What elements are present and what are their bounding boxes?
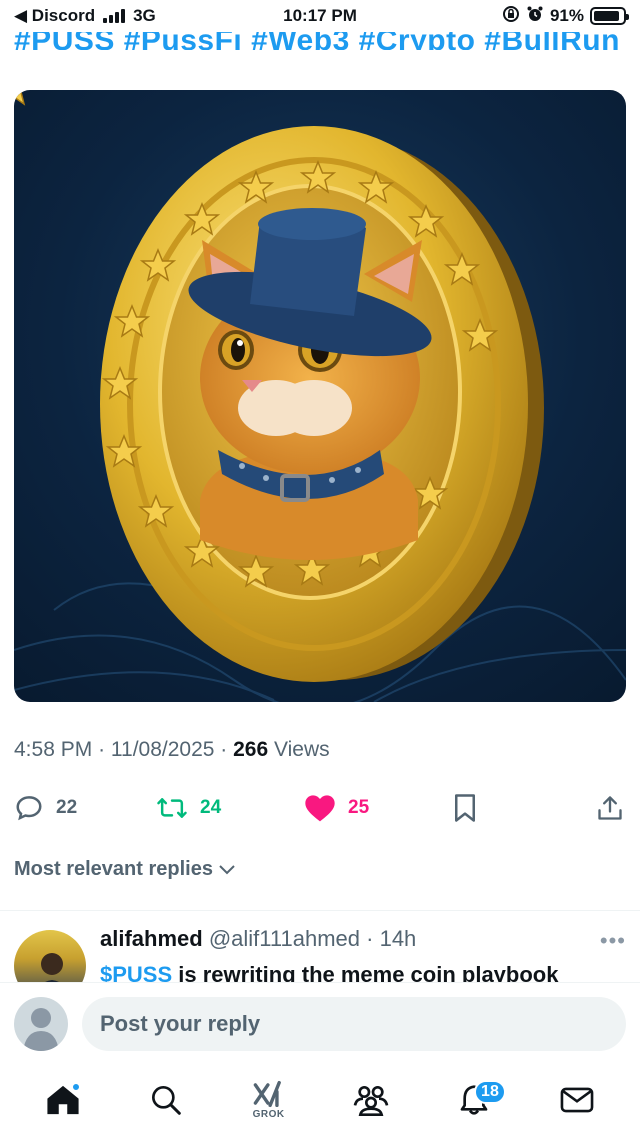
reply-icon — [16, 796, 42, 821]
views-count[interactable]: 266 — [233, 738, 268, 761]
notifications-badge: 18 — [473, 1080, 506, 1104]
reply-header: alifahmed @alif111ahmed · 14h — [100, 926, 417, 951]
reply-author-handle[interactable]: @alif111ahmed — [209, 926, 360, 951]
grok-label: GROK — [252, 1109, 285, 1120]
battery-icon — [590, 7, 629, 25]
reply-age: 14h — [379, 926, 417, 951]
default-avatar-icon — [23, 1008, 59, 1051]
replies-sort-dropdown[interactable]: Most relevant replies — [14, 858, 237, 881]
repost-icon — [157, 798, 187, 818]
cashtag-link[interactable]: $PUSS — [100, 962, 172, 982]
replies-sort-label: Most relevant replies — [14, 858, 213, 880]
reply-item[interactable]: alifahmed @alif111ahmed · 14h ••• $PUSS … — [14, 926, 626, 982]
tweet-actions: 22 24 25 — [14, 788, 626, 828]
bottom-tab-bar: GROK 18 — [0, 1062, 640, 1138]
divider — [0, 910, 640, 911]
tweet-meta: 4:58 PM · 11/08/2025 · 266 Views — [14, 738, 330, 761]
alarm-icon — [526, 5, 544, 28]
battery-percent: 91% — [549, 6, 584, 25]
repost-button[interactable]: 24 — [156, 793, 221, 823]
views-label: Views — [274, 738, 330, 761]
reply-composer: Post your reply — [0, 982, 640, 1062]
tab-home[interactable] — [33, 1070, 93, 1130]
bookmark-icon — [455, 794, 475, 822]
clock: 10:17 PM — [283, 6, 357, 25]
tab-search[interactable] — [136, 1070, 196, 1130]
tab-grok[interactable]: GROK — [239, 1070, 299, 1130]
share-icon — [598, 796, 622, 820]
reply-input[interactable]: Post your reply — [82, 997, 626, 1051]
bookmark-button[interactable] — [452, 793, 478, 823]
heart-icon — [305, 795, 335, 822]
status-bar: ◀ Discord 3G 10:17 PM 91% — [0, 0, 640, 32]
reply-avatar[interactable] — [14, 930, 86, 982]
like-count: 25 — [348, 797, 370, 818]
chevron-down-icon — [219, 864, 235, 874]
repost-count: 24 — [200, 797, 222, 818]
tab-communities[interactable] — [341, 1070, 401, 1130]
communities-icon — [353, 1086, 389, 1116]
mail-icon — [560, 1087, 593, 1113]
tweet-date: 11/08/2025 — [110, 738, 215, 761]
reply-count: 22 — [56, 797, 78, 818]
reply-button[interactable]: 22 — [14, 793, 77, 823]
tweet-time: 4:58 PM — [14, 738, 93, 761]
reply-author-name[interactable]: alifahmed — [100, 926, 203, 951]
like-button[interactable]: 25 — [304, 793, 369, 823]
network-type: 3G — [133, 6, 156, 25]
tab-messages[interactable] — [547, 1070, 607, 1130]
grok-icon — [253, 1080, 281, 1108]
tab-notifications[interactable]: 18 — [444, 1070, 506, 1130]
more-options-icon[interactable]: ••• — [600, 928, 626, 954]
coin-artwork — [14, 90, 626, 702]
rotation-lock-icon — [502, 5, 520, 28]
share-button[interactable] — [596, 793, 624, 823]
cellular-signal-icon — [103, 9, 126, 23]
user-avatar[interactable] — [14, 997, 68, 1051]
back-to-app-link[interactable]: ◀ Discord — [14, 6, 95, 26]
reply-text: $PUSS is rewriting the meme coin playboo… — [100, 962, 558, 982]
search-icon — [151, 1086, 181, 1115]
tweet-image[interactable] — [14, 90, 626, 702]
